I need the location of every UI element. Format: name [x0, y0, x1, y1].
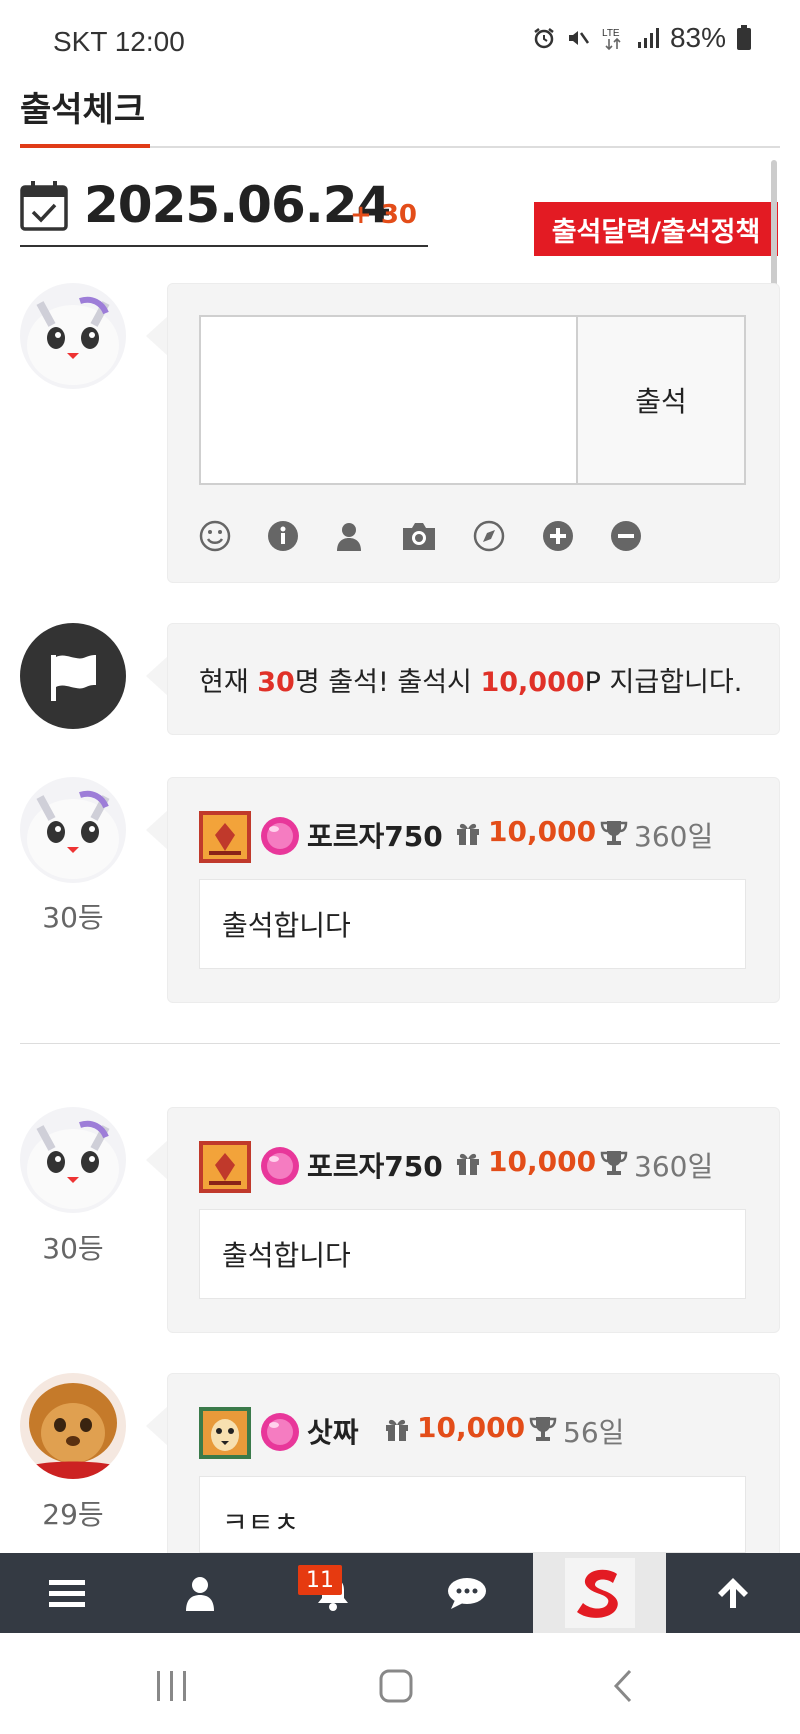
title-active-indicator	[20, 144, 150, 148]
emoticon-icon[interactable]	[198, 519, 232, 553]
profile-button[interactable]	[133, 1553, 266, 1633]
user-icon	[185, 1577, 214, 1611]
recent-apps-icon[interactable]	[154, 1668, 190, 1704]
entry-rank: 30등	[42, 901, 104, 934]
home-icon[interactable]	[378, 1668, 414, 1704]
entry-days: 56일	[563, 1416, 625, 1449]
entry-avatar[interactable]	[20, 1373, 126, 1479]
user-icon[interactable]	[332, 519, 366, 553]
lte-icon: LTE	[602, 28, 621, 51]
s-logo-icon	[564, 1558, 635, 1628]
notification-badge: 11	[298, 1565, 342, 1595]
trophy-icon	[600, 821, 628, 845]
entry-avatar[interactable]	[20, 777, 126, 883]
alarm-icon	[534, 28, 554, 49]
notice-points: 10,000	[480, 667, 585, 698]
minus-circle-icon[interactable]	[609, 519, 643, 553]
entry-days: 360일	[634, 820, 714, 853]
info-icon[interactable]	[266, 519, 300, 553]
entry-tail	[146, 1406, 168, 1446]
hamburger-icon	[48, 1580, 85, 1607]
entry-days: 360일	[634, 1150, 714, 1183]
entry-username[interactable]: 포르자750	[307, 1145, 443, 1185]
signal-icon	[637, 28, 659, 48]
site-logo-button[interactable]	[533, 1553, 666, 1633]
battery-percent: 83%	[669, 22, 726, 53]
status-icons: LTE 83%	[532, 22, 752, 54]
battery-icon	[737, 25, 751, 50]
pink-orb-icon	[261, 1147, 299, 1185]
notice-prefix: 현재	[199, 667, 258, 698]
mute-icon	[568, 31, 589, 45]
chat-icon	[447, 1578, 486, 1609]
entry-tail	[146, 810, 168, 850]
pink-orb-icon	[261, 1413, 299, 1451]
calendar-check-icon	[20, 181, 68, 231]
user-avatar	[20, 283, 126, 389]
entry-points: 10,000	[488, 815, 597, 848]
page-title[interactable]: 출석체크	[20, 82, 145, 131]
entry-comment: 출석합니다	[199, 1209, 746, 1299]
camera-icon[interactable]	[400, 519, 438, 553]
entry-username[interactable]: 삿짜	[307, 1411, 359, 1451]
gift-icon	[386, 1419, 408, 1441]
gift-icon	[457, 1153, 479, 1175]
entry-rank: 30등	[42, 1232, 104, 1265]
scroll-top-button[interactable]	[666, 1553, 800, 1633]
level-badge-icon	[199, 1407, 251, 1459]
notice-tail	[146, 656, 168, 696]
entry-comment: ㅋㅌㅊ	[199, 1476, 746, 1553]
notice-middle: 명 출석! 출석시	[294, 667, 481, 698]
notice-count: 30	[257, 667, 295, 698]
arrow-up-icon	[718, 1578, 748, 1608]
attendance-comment-input[interactable]	[199, 315, 578, 485]
entry-points: 10,000	[488, 1145, 597, 1178]
entry-username[interactable]: 포르자750	[307, 815, 443, 855]
status-carrier-time: SKT 12:00	[53, 26, 185, 57]
entry-tail	[146, 1140, 168, 1180]
write-box-tail	[146, 316, 168, 356]
attendance-plus-count: + 30	[350, 200, 418, 230]
entry-rank: 29등	[42, 1498, 104, 1531]
entry-comment: 출석합니다	[199, 879, 746, 969]
compass-icon[interactable]	[472, 519, 506, 553]
chat-button[interactable]	[400, 1553, 533, 1633]
attendance-date: 2025.06.24	[84, 176, 391, 234]
attendance-submit-button[interactable]: 출석	[578, 315, 746, 485]
menu-button[interactable]	[0, 1553, 133, 1633]
entry-points: 10,000	[417, 1411, 526, 1444]
attendance-policy-button[interactable]: 출석달력/출석정책	[534, 202, 778, 256]
section-divider	[20, 1043, 780, 1044]
gift-icon	[457, 823, 479, 845]
level-badge-icon	[199, 1141, 251, 1193]
date-underline	[20, 245, 428, 247]
notice-text: 현재 30명 출석! 출석시 10,000P 지급합니다.	[199, 660, 742, 699]
level-badge-icon	[199, 811, 251, 863]
plus-circle-icon[interactable]	[541, 519, 575, 553]
svg-text:LTE: LTE	[602, 28, 620, 39]
flag-icon	[51, 655, 96, 701]
notice-suffix: P 지급합니다.	[584, 667, 743, 698]
trophy-icon	[600, 1151, 628, 1175]
flag-avatar	[20, 623, 126, 729]
back-icon[interactable]	[606, 1668, 642, 1704]
entry-avatar[interactable]	[20, 1107, 126, 1213]
pink-orb-icon	[261, 817, 299, 855]
trophy-icon	[529, 1417, 557, 1441]
